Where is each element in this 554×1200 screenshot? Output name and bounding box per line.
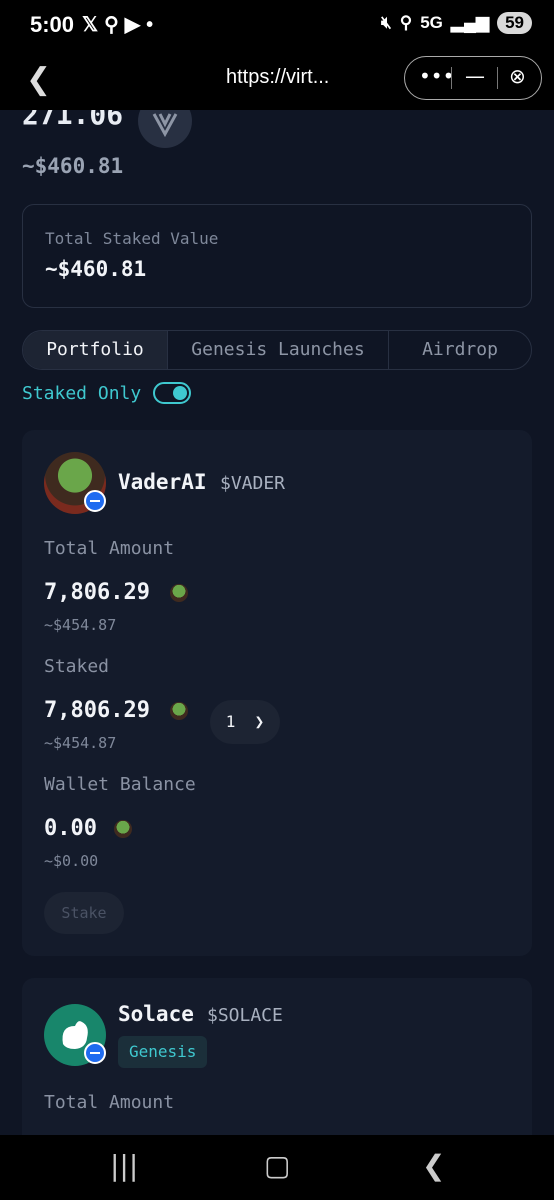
status-right: 🔇︎ ⚲ 5G ▂▄▆ 59 bbox=[381, 12, 532, 34]
x-logo-icon: 𝕏 bbox=[82, 14, 105, 36]
token-ticker: $VADER bbox=[220, 473, 286, 494]
genesis-badge: Genesis bbox=[118, 1036, 208, 1068]
browser-controls: ••• — ⊗ bbox=[404, 56, 542, 100]
token-card-vader: VaderAI $VADER Total Amount 7,806.29 ~$4… bbox=[22, 430, 532, 956]
recent-apps-icon[interactable]: ||| bbox=[110, 1149, 138, 1182]
notification-icons: 𝕏⚲▶• bbox=[82, 12, 159, 37]
status-time: 5:00 bbox=[30, 12, 75, 37]
staked-usd: ~$454.87 bbox=[44, 734, 117, 752]
tab-genesis-launches[interactable]: Genesis Launches bbox=[168, 331, 388, 369]
network-label: 5G bbox=[420, 13, 443, 32]
staked-only-label: Staked Only bbox=[22, 382, 142, 404]
wallet-balance-value: 0.00 bbox=[44, 816, 97, 841]
stake-button[interactable]: Stake bbox=[44, 892, 124, 934]
tab-bar: Portfolio Genesis Launches Airdrop bbox=[22, 330, 532, 370]
wallet-balance-label: Wallet Balance bbox=[44, 774, 196, 795]
chain-badge-icon bbox=[84, 1042, 106, 1064]
signal-icon: ▂▄▆ bbox=[450, 13, 490, 32]
vader-token-icon bbox=[170, 702, 188, 720]
token-name: Solace bbox=[118, 1002, 194, 1026]
tab-airdrop[interactable]: Airdrop bbox=[389, 331, 531, 369]
location-pin-icon: ⚲ bbox=[104, 14, 125, 36]
browser-bar: ❮ https://virt... ••• — ⊗ bbox=[0, 50, 554, 110]
dot-icon: • bbox=[146, 14, 160, 36]
more-options-icon[interactable]: ••• bbox=[419, 64, 454, 88]
chain-badge-icon bbox=[84, 490, 106, 512]
battery-level: 59 bbox=[497, 12, 532, 34]
total-amount-label: Total Amount bbox=[44, 538, 175, 559]
total-amount-value: 7,806.29 bbox=[44, 580, 150, 605]
total-amount-label: Total Amount bbox=[44, 1092, 175, 1113]
staked-value: 7,806.29 bbox=[44, 698, 150, 723]
youtube-icon: ▶ bbox=[124, 14, 147, 36]
chevron-right-icon: ❯ bbox=[245, 712, 265, 731]
tab-portfolio[interactable]: Portfolio bbox=[23, 331, 167, 369]
staked-only-filter: Staked Only bbox=[22, 382, 192, 404]
total-staked-card: Total Staked Value ~$460.81 bbox=[22, 204, 532, 308]
status-bar: 5:00 𝕏⚲▶• 🔇︎ ⚲ 5G ▂▄▆ 59 bbox=[0, 0, 554, 50]
close-icon[interactable]: ⊗ bbox=[509, 64, 526, 88]
back-icon[interactable]: ❮ bbox=[422, 1149, 445, 1182]
balance-usd: ~$460.81 bbox=[22, 154, 124, 178]
location-icon: ⚲ bbox=[399, 13, 413, 32]
back-arrow-icon[interactable]: ❮ bbox=[26, 62, 51, 97]
virtual-token-icon bbox=[138, 110, 192, 148]
staked-only-toggle[interactable] bbox=[153, 382, 192, 404]
url-text[interactable]: https://virt... bbox=[226, 66, 329, 89]
page-content: 271.06 ~$460.81 Total Staked Value ~$460… bbox=[0, 110, 554, 1135]
minimize-icon[interactable]: — bbox=[465, 64, 485, 88]
token-ticker: $SOLACE bbox=[207, 1005, 283, 1026]
stake-count: 1 bbox=[225, 712, 236, 731]
system-nav-bar: ||| ▢ ❮ bbox=[0, 1135, 554, 1200]
balance-amount: 271.06 bbox=[22, 110, 124, 131]
mute-icon: 🔇︎ bbox=[381, 13, 392, 32]
vader-token-icon bbox=[114, 820, 132, 838]
wallet-balance-usd: ~$0.00 bbox=[44, 852, 99, 870]
total-staked-value: ~$460.81 bbox=[45, 257, 147, 281]
home-icon[interactable]: ▢ bbox=[264, 1149, 290, 1182]
total-staked-label: Total Staked Value bbox=[45, 229, 219, 248]
token-card-solace: Solace $SOLACE Genesis Total Amount bbox=[22, 978, 532, 1135]
staked-label: Staked bbox=[44, 656, 110, 677]
vader-token-icon bbox=[170, 584, 188, 602]
token-name: VaderAI bbox=[118, 470, 207, 494]
total-amount-usd: ~$454.87 bbox=[44, 616, 117, 634]
stakes-pager-button[interactable]: 1 ❯ bbox=[210, 700, 280, 744]
